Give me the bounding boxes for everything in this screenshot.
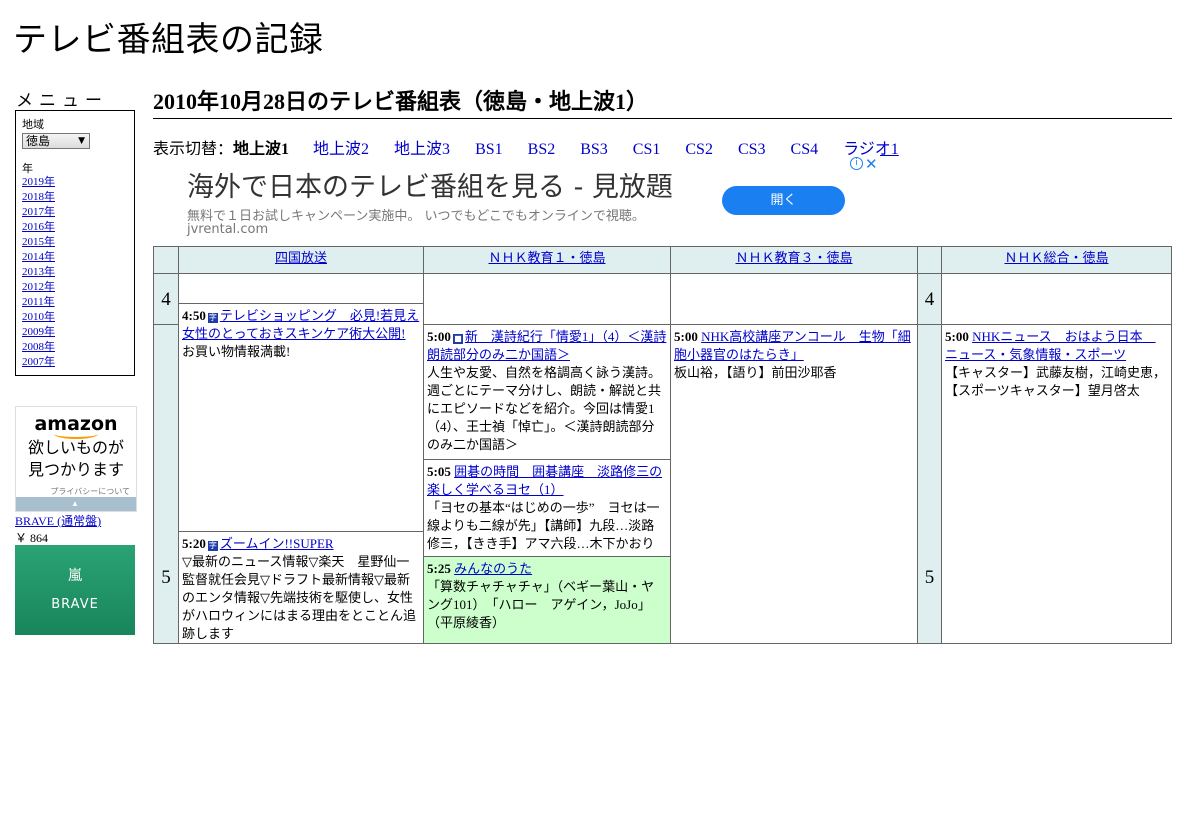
channel-link[interactable]: 四国放送 [275,251,327,266]
year-link[interactable]: 2008年 [22,341,55,353]
program-cell: 5:00 NHKニュース おはよう日本 ニュース・気象情報・スポーツ 【キャスタ… [941,324,1172,644]
region-select[interactable]: 徳島 ▼ [22,133,90,149]
amazon-ad-text: 欲しいものが 見つかります [16,437,136,481]
amazon-privacy-link[interactable]: プライバシーについて [50,486,130,497]
empty-slot [670,273,918,325]
year-link[interactable]: 2017年 [22,206,55,218]
program-description: 【キャスター】武藤友樹，江崎史恵，【スポーツキャスター】望月啓太 [945,365,1167,398]
year-link[interactable]: 2019年 [22,176,55,188]
channel-header: ＮＨＫ総合・徳島 [941,246,1172,274]
program-cell: 4:50 字テレビショッピング 必見!若見え女性のとっておきスキンケア術大公開! … [178,303,424,532]
program-title-link[interactable]: みんなのうた [454,561,532,576]
channel-link[interactable]: ＮＨＫ総合・徳島 [1004,251,1108,266]
program-cell: 5:00 NHK高校講座アンコール 生物「細胞小器官のはたらき」 板山裕，【語り… [670,324,918,644]
corner-cell [153,246,179,274]
caption-icon: 字 [207,541,218,551]
empty-slot [178,273,424,304]
product-image[interactable]: 嵐 BRAVE [15,545,135,635]
ad-url[interactable]: jvrental.com [187,222,268,237]
channel-header: ＮＨＫ教育１・徳島 [423,246,671,274]
ad-info-icon[interactable]: i [850,157,863,170]
year-link[interactable]: 2009年 [22,326,55,338]
product-name-link[interactable]: BRAVE (通常盤) [15,512,101,529]
year-link[interactable]: 2018年 [22,191,55,203]
year-link[interactable]: 2016年 [22,221,55,233]
region-label: 地域 [22,119,44,131]
dropdown-arrow-icon: ▼ [78,136,85,146]
menu-title: メニュー [16,91,108,111]
caption-icon: 字 [207,313,218,323]
program-start-time: 5:25 [427,561,451,576]
program-title-link[interactable]: NHK高校講座アンコール 生物「細胞小器官のはたらき」 [674,329,911,362]
hour-cell: 4 [917,273,942,325]
year-link[interactable]: 2012年 [22,281,55,293]
amazon-ad-line1: 欲しいものが [27,438,124,457]
program-cell: 5:05 囲碁の時間 囲碁講座 淡路修三の楽しく学べるヨセ（1） 「ヨセの基本“… [423,459,671,557]
empty-slot [941,273,1172,325]
product-image-line1: 嵐 [68,568,82,584]
data-broadcast-icon: ■ [452,334,463,344]
program-start-time: 5:00 [427,329,451,344]
amazon-ad-bar[interactable]: ▲ [16,497,136,511]
program-start-time: 5:05 [427,464,451,479]
empty-slot [423,273,671,325]
ad-title[interactable]: 海外で日本のテレビ番組を見る - 見放題 [187,165,673,204]
channel-header: 四国放送 [178,246,424,274]
product-price: ￥ 864 [15,531,49,545]
hour-cell: 5 [917,324,942,644]
program-start-time: 5:00 [945,329,969,344]
hour-cell: 4 [153,273,179,325]
menu-box: 地域 徳島 ▼ 年 2019年 2018年 2017年 2016年 2015年 … [15,110,135,376]
year-label: 年 [22,163,33,175]
amazon-ad[interactable]: amazon 欲しいものが 見つかります プライバシーについて ▲ [15,406,137,512]
program-description: 人生や友愛、自然を格調高く詠う漢詩。週ごとにテーマ分けし、朗読・解説と共にエピソ… [427,365,662,452]
channel-link[interactable]: ＮＨＫ教育１・徳島 [488,251,605,266]
year-link[interactable]: 2007年 [22,356,55,368]
program-start-time: 5:00 [674,329,698,344]
channel-header: ＮＨＫ教育３・徳島 [670,246,918,274]
ad-close-icon[interactable]: ✕ [865,155,878,173]
amazon-ad-line2: 見つかります [27,460,124,479]
year-list: 2019年 2018年 2017年 2016年 2015年 2014年 2013… [22,175,55,370]
region-select-value: 徳島 [26,134,51,148]
channel-link[interactable]: ＮＨＫ教育３・徳島 [735,251,852,266]
year-link[interactable]: 2015年 [22,236,55,248]
ad-banner[interactable]: 海外で日本のテレビ番組を見る - 見放題 無料で１日お試しキャンペーン実施中。 … [153,155,880,245]
program-description: 「算数チャチャチャ」（ベギー葉山・ヤング101） 「ハロー アゲイン，JoJo」… [427,579,655,630]
site-title: テレビ番組表の記録 [13,20,324,60]
program-cell: 5:00 ■ 新 漢詩紀行「情愛1」（4）＜漢詩朗読部分のみ二か国語＞ 人生や友愛、… [423,324,671,460]
product-image-line2: BRAVE [51,597,99,612]
hour-cell: 5 [153,324,179,644]
program-cell: 5:20 字ズームイン!!SUPER ▽最新のニュース情報▽楽天 星野仙一監督就任… [178,531,424,644]
program-title-link[interactable]: ズームイン!!SUPER [220,536,334,551]
program-description: 「ヨセの基本“はじめの一歩” ヨセは一線よりも二線が先」【講師】九段…淡路修三，… [427,500,660,551]
program-title-link[interactable]: 囲碁の時間 囲碁講座 淡路修三の楽しく学べるヨセ（1） [427,464,662,497]
chevron-up-icon: ▲ [71,499,79,508]
year-link[interactable]: 2010年 [22,311,55,323]
program-cell: 5:25 みんなのうた 「算数チャチャチャ」（ベギー葉山・ヤング101） 「ハロ… [423,556,671,644]
year-link[interactable]: 2014年 [22,251,55,263]
corner-cell [917,246,942,274]
year-link[interactable]: 2013年 [22,266,55,278]
ad-open-button[interactable]: 開く [722,186,845,215]
program-description: 板山裕，【語り】前田沙耶香 [674,365,837,380]
program-start-time: 4:50 [182,308,206,323]
program-start-time: 5:20 [182,536,206,551]
program-title-link[interactable]: NHKニュース おはよう日本 ニュース・気象情報・スポーツ [945,329,1156,362]
page-heading: 2010年10月28日のテレビ番組表（徳島・地上波1） [153,84,1172,119]
year-link[interactable]: 2011年 [22,296,55,308]
program-description: お買い物情報満載! [182,344,291,359]
program-title-link[interactable]: 新 漢詩紀行「情愛1」（4）＜漢詩朗読部分のみ二か国語＞ [427,329,666,362]
